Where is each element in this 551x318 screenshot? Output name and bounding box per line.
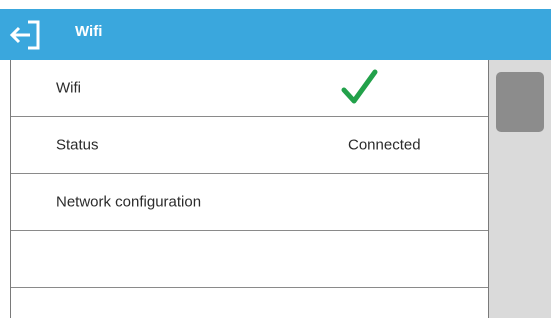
list-item-empty — [11, 288, 488, 318]
page-title: Wifi — [75, 23, 103, 40]
checkmark-icon — [341, 69, 378, 104]
status-value: Connected — [348, 136, 421, 154]
list-item-label: Network configuration — [56, 193, 202, 211]
back-arrow-icon — [9, 20, 40, 50]
list-item-label: Status — [56, 136, 99, 154]
list-item-label: Wifi — [56, 79, 81, 97]
list-item-status[interactable]: Status Connected — [11, 117, 488, 174]
scroll-thumb[interactable] — [496, 72, 544, 132]
wifi-screen: Wifi Wifi Status Connected Network confi… — [0, 0, 551, 318]
list-item-network-configuration[interactable]: Network configuration — [11, 174, 488, 231]
back-button[interactable] — [8, 17, 48, 53]
list-item-wifi[interactable]: Wifi — [11, 60, 488, 117]
list-item-empty — [11, 231, 488, 288]
settings-list: Wifi Status Connected Network configurat… — [10, 60, 489, 318]
scrollbar[interactable] — [489, 60, 551, 318]
title-bar: Wifi — [0, 9, 551, 60]
